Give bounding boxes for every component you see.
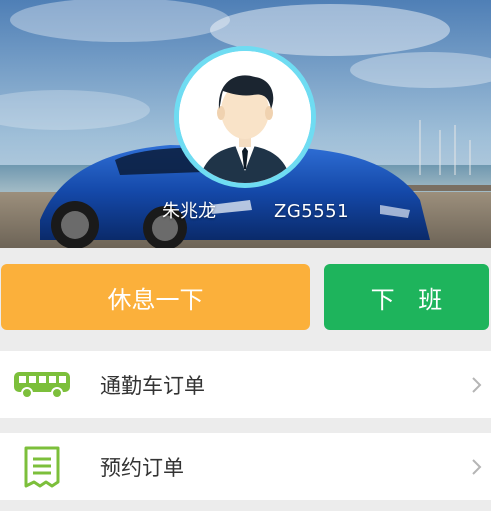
- rest-button[interactable]: 休息一下: [1, 264, 310, 330]
- driver-home-page: 朱兆龙 ZG5551 休息一下 下 班 通勤车订单 预约订单: [0, 0, 491, 511]
- driver-name: 朱兆龙: [162, 201, 216, 222]
- chevron-right-icon: [472, 458, 482, 475]
- profile-header: 朱兆龙 ZG5551: [0, 0, 491, 248]
- off-duty-button-label: 下 班: [370, 285, 451, 314]
- off-duty-button[interactable]: 下 班: [324, 264, 489, 330]
- menu-item-label: 通勤车订单: [100, 373, 205, 398]
- menu-item-booking-orders[interactable]: 预约订单: [0, 433, 491, 500]
- receipt-icon: [10, 442, 74, 492]
- bus-icon: [10, 360, 74, 410]
- rest-button-label: 休息一下: [107, 285, 204, 314]
- driver-avatar-icon: [179, 51, 311, 183]
- menu-item-commute-orders[interactable]: 通勤车订单: [0, 351, 491, 418]
- chevron-right-icon: [472, 376, 482, 393]
- driver-id: ZG5551: [274, 201, 350, 222]
- avatar[interactable]: [174, 46, 316, 188]
- menu-item-label: 预约订单: [100, 455, 184, 480]
